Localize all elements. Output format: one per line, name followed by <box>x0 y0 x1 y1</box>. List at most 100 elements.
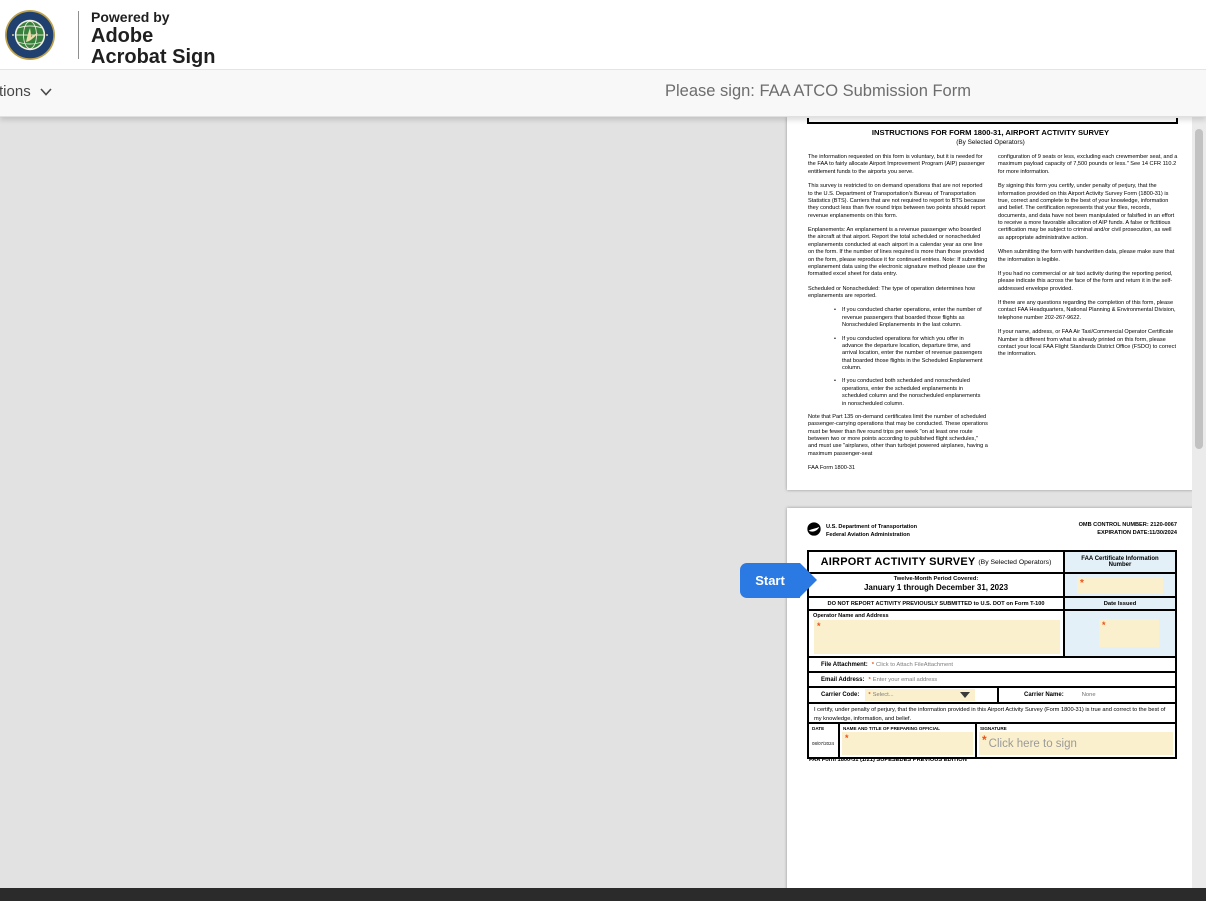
signature-placeholder: Click here to sign <box>989 738 1077 750</box>
required-asterisk: * <box>1080 578 1084 589</box>
omb-block: OMB CONTROL NUMBER: 2120-0067 EXPIRATION… <box>1079 521 1177 538</box>
carrier-code-dropdown[interactable]: * Select... <box>865 689 975 701</box>
warning-row: DO NOT REPORT ACTIVITY PREVIOUSLY SUBMIT… <box>809 596 1175 609</box>
survey-title-suffix: (By Selected Operators) <box>978 559 1051 566</box>
signature-label: SIGNATURE <box>977 724 1175 731</box>
header-divider <box>78 11 79 59</box>
brand-block: Powered by Adobe Acrobat Sign <box>91 8 215 68</box>
document-title: Please sign: FAA ATCO Submission Form <box>568 82 1068 101</box>
dropdown-arrow-icon <box>960 692 970 698</box>
paragraph: This survey is restricted to on demand o… <box>808 183 988 220</box>
period-cell: Twelve-Month Period Covered: January 1 t… <box>809 574 1063 596</box>
carrier-code-placeholder: Select... <box>873 692 894 698</box>
required-asterisk: * <box>845 733 849 743</box>
certificate-number-field[interactable]: * <box>1077 577 1163 594</box>
carrier-code-cell: Carrier Code: * Select... <box>809 688 997 702</box>
file-attachment-placeholder: Click to Attach FileAttachment <box>876 662 953 668</box>
options-label: Options <box>0 83 31 100</box>
powered-by-label: Powered by <box>91 8 215 26</box>
form-number: FAA Form 1800-31 <box>808 465 988 472</box>
file-attachment-field[interactable]: * Click to Attach FileAttachment <box>870 659 1165 670</box>
omb-expiration-date: EXPIRATION DATE:11/30/2024 <box>1079 529 1177 537</box>
required-asterisk: * <box>872 662 874 668</box>
signature-field[interactable]: * Click here to sign <box>979 732 1173 755</box>
warning-text: DO NOT REPORT ACTIVITY PREVIOUSLY SUBMIT… <box>809 598 1063 609</box>
title-row: AIRPORT ACTIVITY SURVEY (By Selected Ope… <box>809 552 1175 572</box>
instructions-left-column: The information requested on this form i… <box>808 154 988 480</box>
paragraph: If your name, address, or FAA Air Taxi/C… <box>998 329 1178 359</box>
carrier-name-value: None <box>1082 692 1096 698</box>
instructions-page: INSTRUCTIONS FOR FORM 1800-31, AIRPORT A… <box>787 117 1194 490</box>
paragraph: Enplanements: An enplanement is a revenu… <box>808 227 988 279</box>
chevron-down-icon <box>40 88 52 96</box>
operator-name-address-field[interactable]: * <box>814 620 1060 654</box>
app-header: Powered by Adobe Acrobat Sign <box>0 0 1206 70</box>
agency-name: U.S. Department of Transportation Federa… <box>826 523 917 539</box>
document-viewer: INSTRUCTIONS FOR FORM 1800-31, AIRPORT A… <box>0 117 1206 901</box>
date-issued-field[interactable]: * <box>1099 619 1159 647</box>
paragraph: The information requested on this form i… <box>808 154 988 176</box>
date-cell: DATE 08/07/2024 <box>809 724 840 757</box>
screen: Powered by Adobe Acrobat Sign Options Pl… <box>0 0 1206 901</box>
bullet-item: If you conducted operations for which yo… <box>834 336 986 373</box>
period-value: January 1 through December 31, 2023 <box>809 583 1063 592</box>
signature-row: DATE 08/07/2024 NAME AND TITLE OF PREPAR… <box>809 722 1175 757</box>
survey-title: AIRPORT ACTIVITY SURVEY <box>821 556 976 568</box>
operator-cell: Operator Name and Address * <box>809 611 1063 656</box>
preparing-official-field[interactable]: * <box>842 732 973 755</box>
bottom-bar <box>0 888 1206 901</box>
scrollbar-thumb[interactable] <box>1195 129 1203 449</box>
instructions-subtitle: (By Selected Operators) <box>787 139 1194 146</box>
options-menu[interactable]: Options <box>0 83 52 100</box>
carrier-code-label: Carrier Code: <box>821 692 859 698</box>
form-header: U.S. Department of Transportation Federa… <box>807 520 1177 548</box>
previous-table-bottom-border <box>807 118 1178 124</box>
instructions-right-column: configuration of 9 seats or less, exclud… <box>998 154 1178 480</box>
required-asterisk: * <box>868 692 870 698</box>
brand-name-acrobat-sign: Acrobat Sign <box>91 47 215 68</box>
file-attachment-row: File Attachment: * Click to Attach FileA… <box>809 656 1175 671</box>
bullet-item: If you conducted both scheduled and nons… <box>834 378 986 408</box>
survey-form-table: AIRPORT ACTIVITY SURVEY (By Selected Ope… <box>807 550 1177 759</box>
email-row: Email Address: * Enter your email addres… <box>809 671 1175 686</box>
date-label: DATE <box>809 724 838 731</box>
paragraph: configuration of 9 seats or less, exclud… <box>998 154 1178 176</box>
paragraph: By signing this form you certify, under … <box>998 183 1178 242</box>
carrier-row: Carrier Code: * Select... Carrier Name: … <box>809 686 1175 702</box>
instructions-title: INSTRUCTIONS FOR FORM 1800-31, AIRPORT A… <box>787 128 1194 137</box>
agency-line2: Federal Aviation Administration <box>826 531 917 539</box>
email-placeholder: Enter your email address <box>873 677 937 683</box>
required-asterisk: * <box>868 677 870 683</box>
start-button-body[interactable]: Start <box>740 563 800 598</box>
vertical-scrollbar[interactable] <box>1192 117 1206 888</box>
required-asterisk: * <box>1102 620 1106 630</box>
paragraph: Note that Part 135 on-demand certificate… <box>808 414 988 458</box>
paragraph: When submitting the form with handwritte… <box>998 249 1178 264</box>
signature-cell: SIGNATURE * Click here to sign <box>977 724 1175 757</box>
operator-row: Operator Name and Address * * <box>809 609 1175 656</box>
bullet-item: If you conducted charter operations, ent… <box>834 307 986 329</box>
required-asterisk: * <box>817 621 821 631</box>
period-label: Twelve-Month Period Covered: <box>809 576 1063 582</box>
us-dot-logo-icon <box>807 522 821 536</box>
start-button-label: Start <box>755 573 785 588</box>
period-row: Twelve-Month Period Covered: January 1 t… <box>809 572 1175 596</box>
brand-name-adobe: Adobe <box>91 26 215 47</box>
required-asterisk: * <box>982 733 987 747</box>
carrier-name-cell: Carrier Name: None <box>997 688 1175 702</box>
preparing-official-label: NAME AND TITLE OF PREPARING OFFICIAL <box>840 724 975 731</box>
email-field[interactable]: * Enter your email address <box>866 674 1165 685</box>
date-issued-cell: * <box>1063 611 1175 656</box>
faa-seal-logo <box>4 9 56 61</box>
certification-text: I certify, under penalty of perjury, tha… <box>809 702 1175 722</box>
date-issued-header: Date Issued <box>1063 598 1175 609</box>
operator-label: Operator Name and Address <box>809 611 1063 619</box>
carrier-name-label: Carrier Name: <box>1024 692 1064 698</box>
survey-title-cell: AIRPORT ACTIVITY SURVEY (By Selected Ope… <box>809 552 1063 572</box>
preparing-official-cell: NAME AND TITLE OF PREPARING OFFICIAL * <box>840 724 977 757</box>
certificate-number-header: FAA Certificate Information Number <box>1063 552 1175 572</box>
paragraph: Scheduled or Nonscheduled: The type of o… <box>808 286 988 301</box>
agency-line1: U.S. Department of Transportation <box>826 523 917 531</box>
certificate-number-cell: * <box>1063 574 1175 596</box>
start-arrow-icon <box>800 563 817 597</box>
